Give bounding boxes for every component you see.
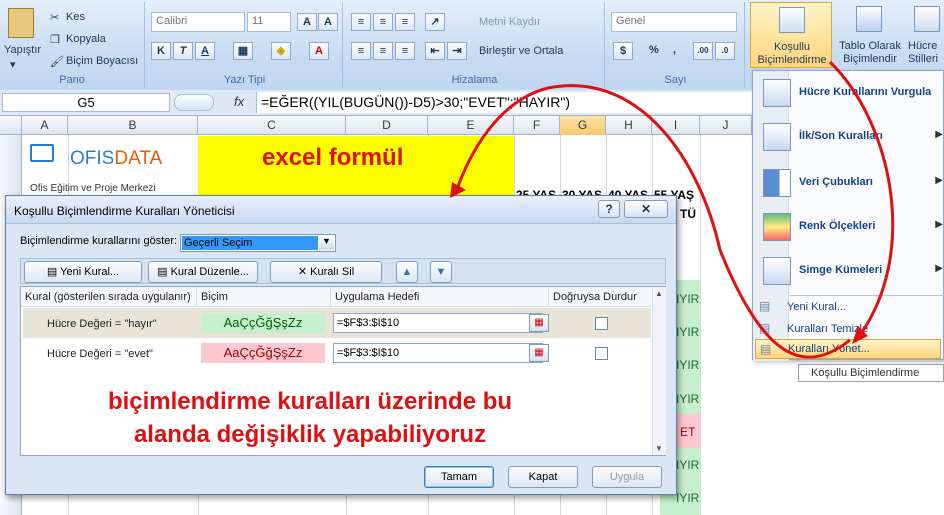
arrow-path (828, 60, 895, 336)
arrow-path (547, 84, 851, 359)
annotation-line-2: alanda değişiklik yapabiliyoruz (133, 421, 487, 448)
annotation-line-1: biçimlendirme kuralları üzerinde bu (107, 388, 513, 415)
arrow-path (453, 86, 549, 196)
